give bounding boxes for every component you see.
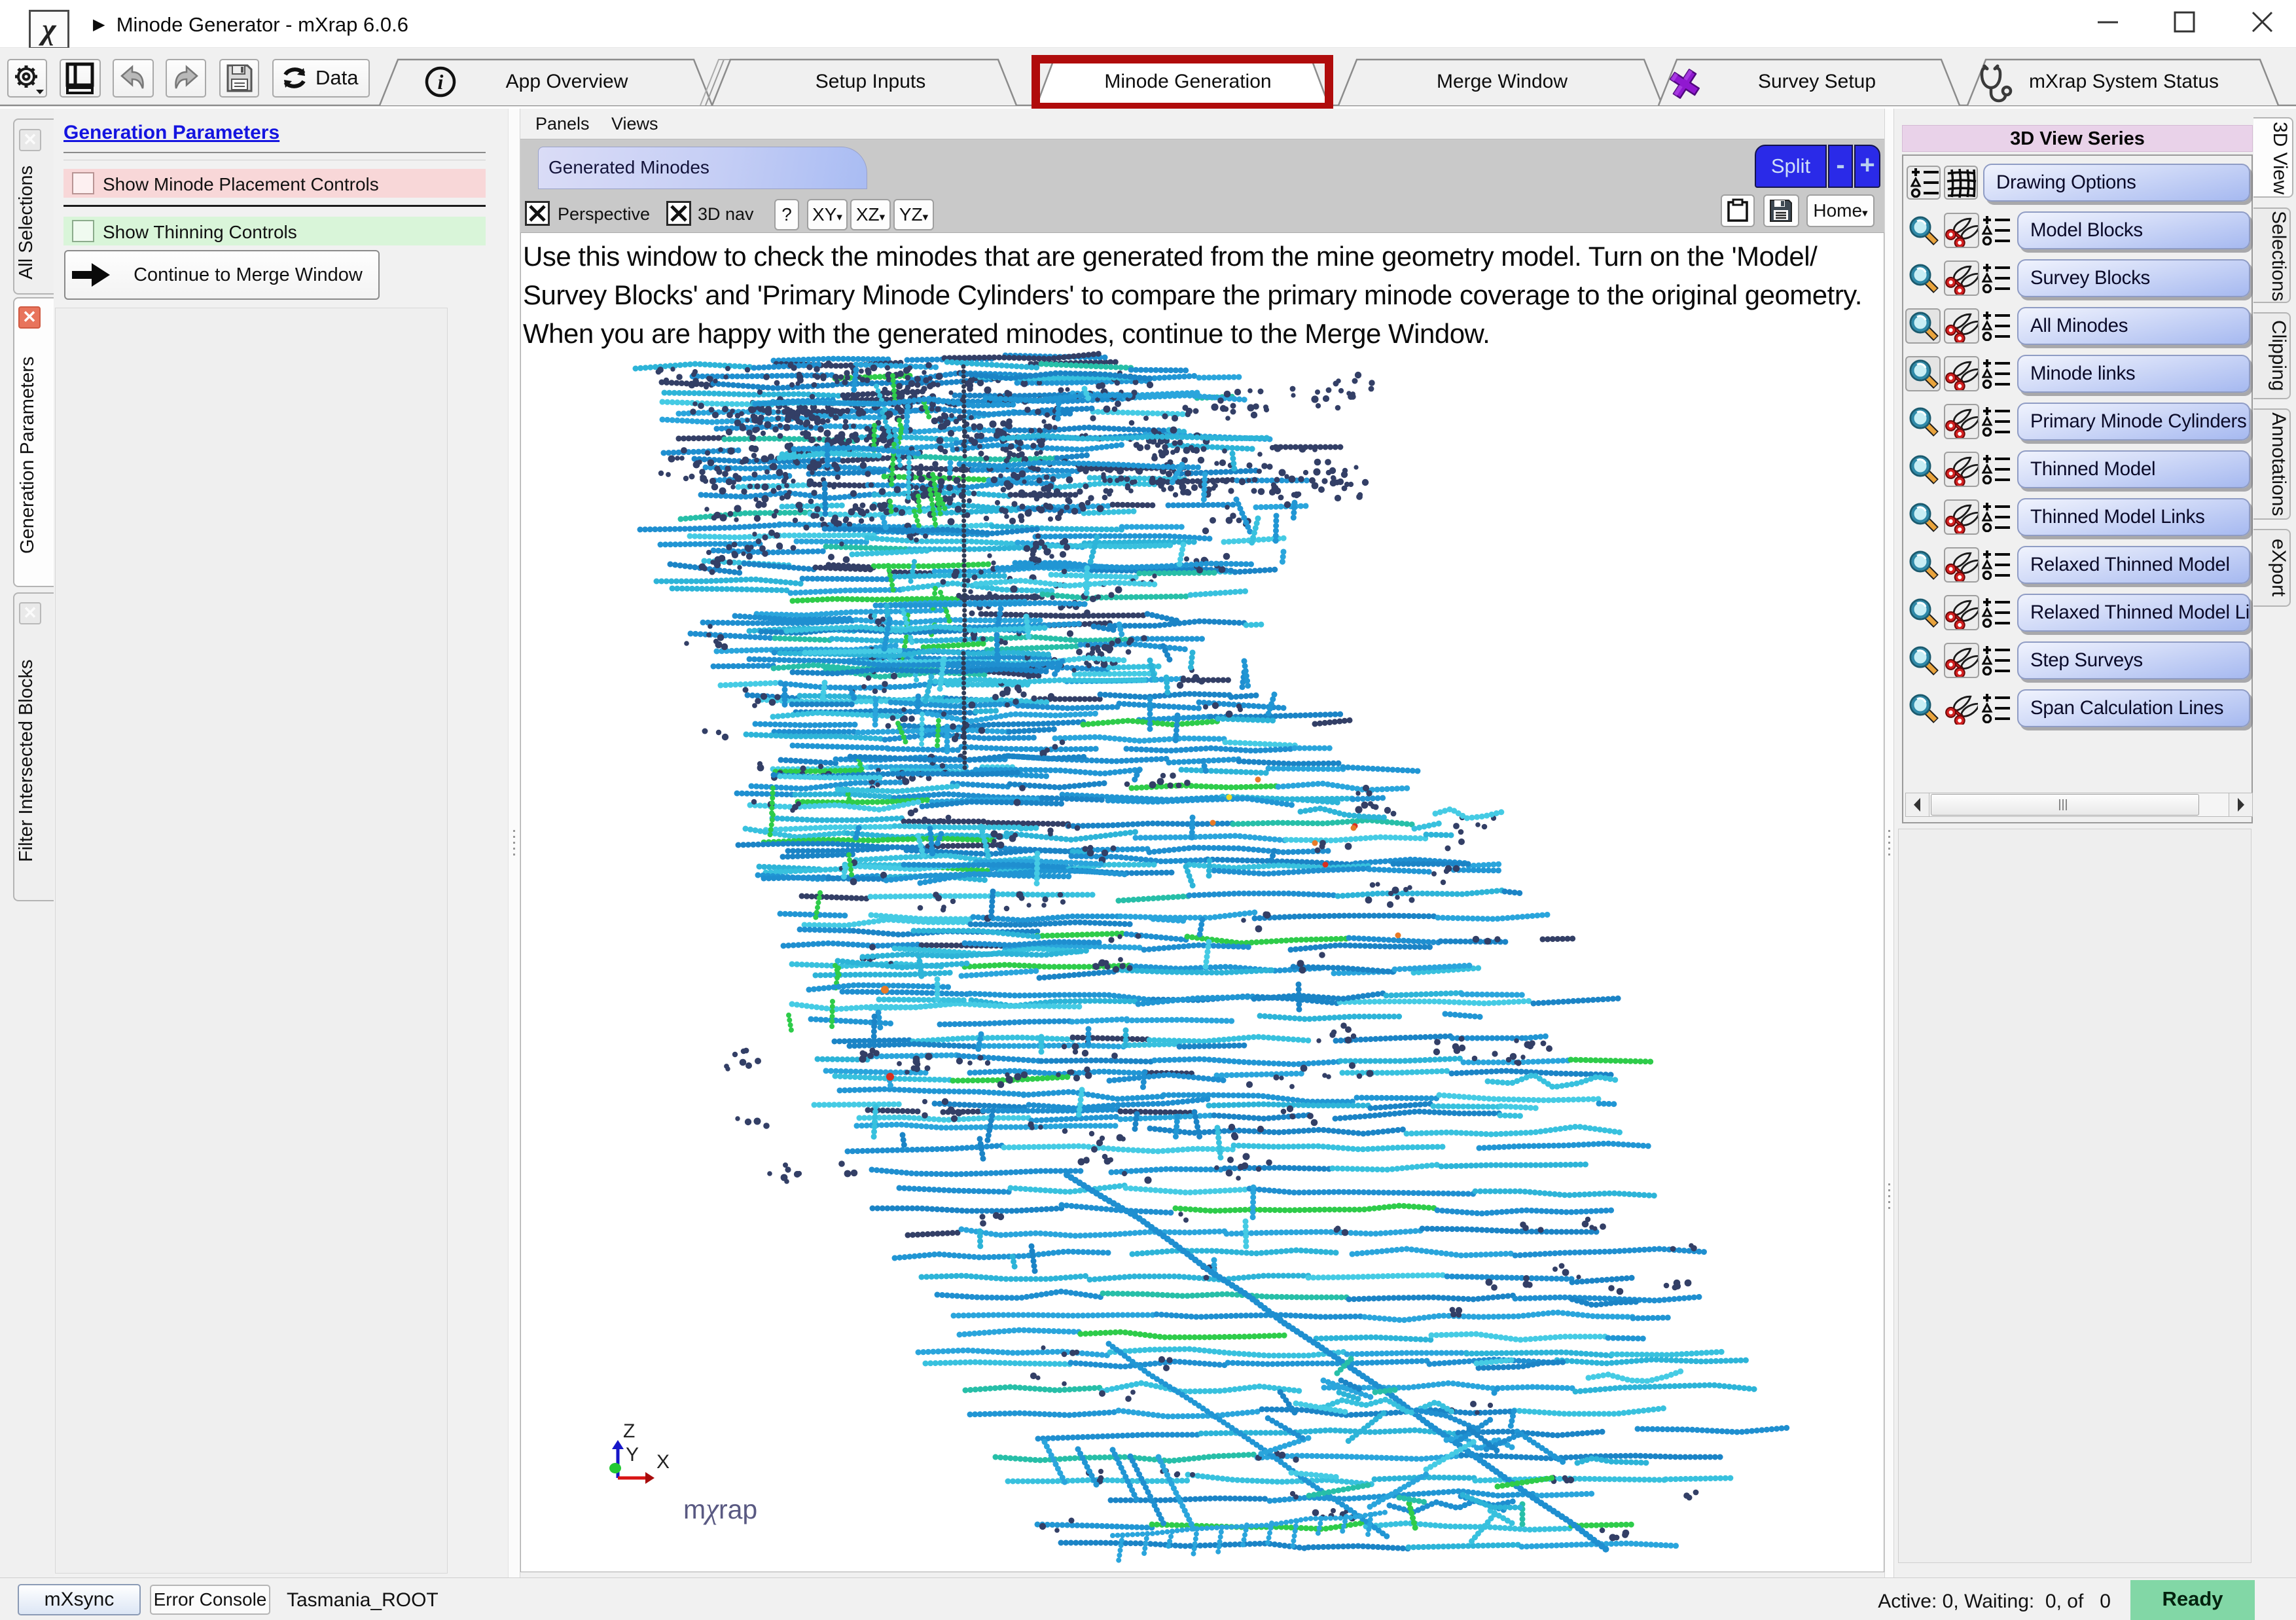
svg-text:mχrap: mχrap bbox=[683, 1492, 757, 1525]
svg-text:Y: Y bbox=[626, 1444, 639, 1466]
svg-text:Z: Z bbox=[623, 1420, 635, 1442]
svg-text:i: i bbox=[438, 70, 444, 94]
svg-text:X: X bbox=[656, 1451, 670, 1473]
